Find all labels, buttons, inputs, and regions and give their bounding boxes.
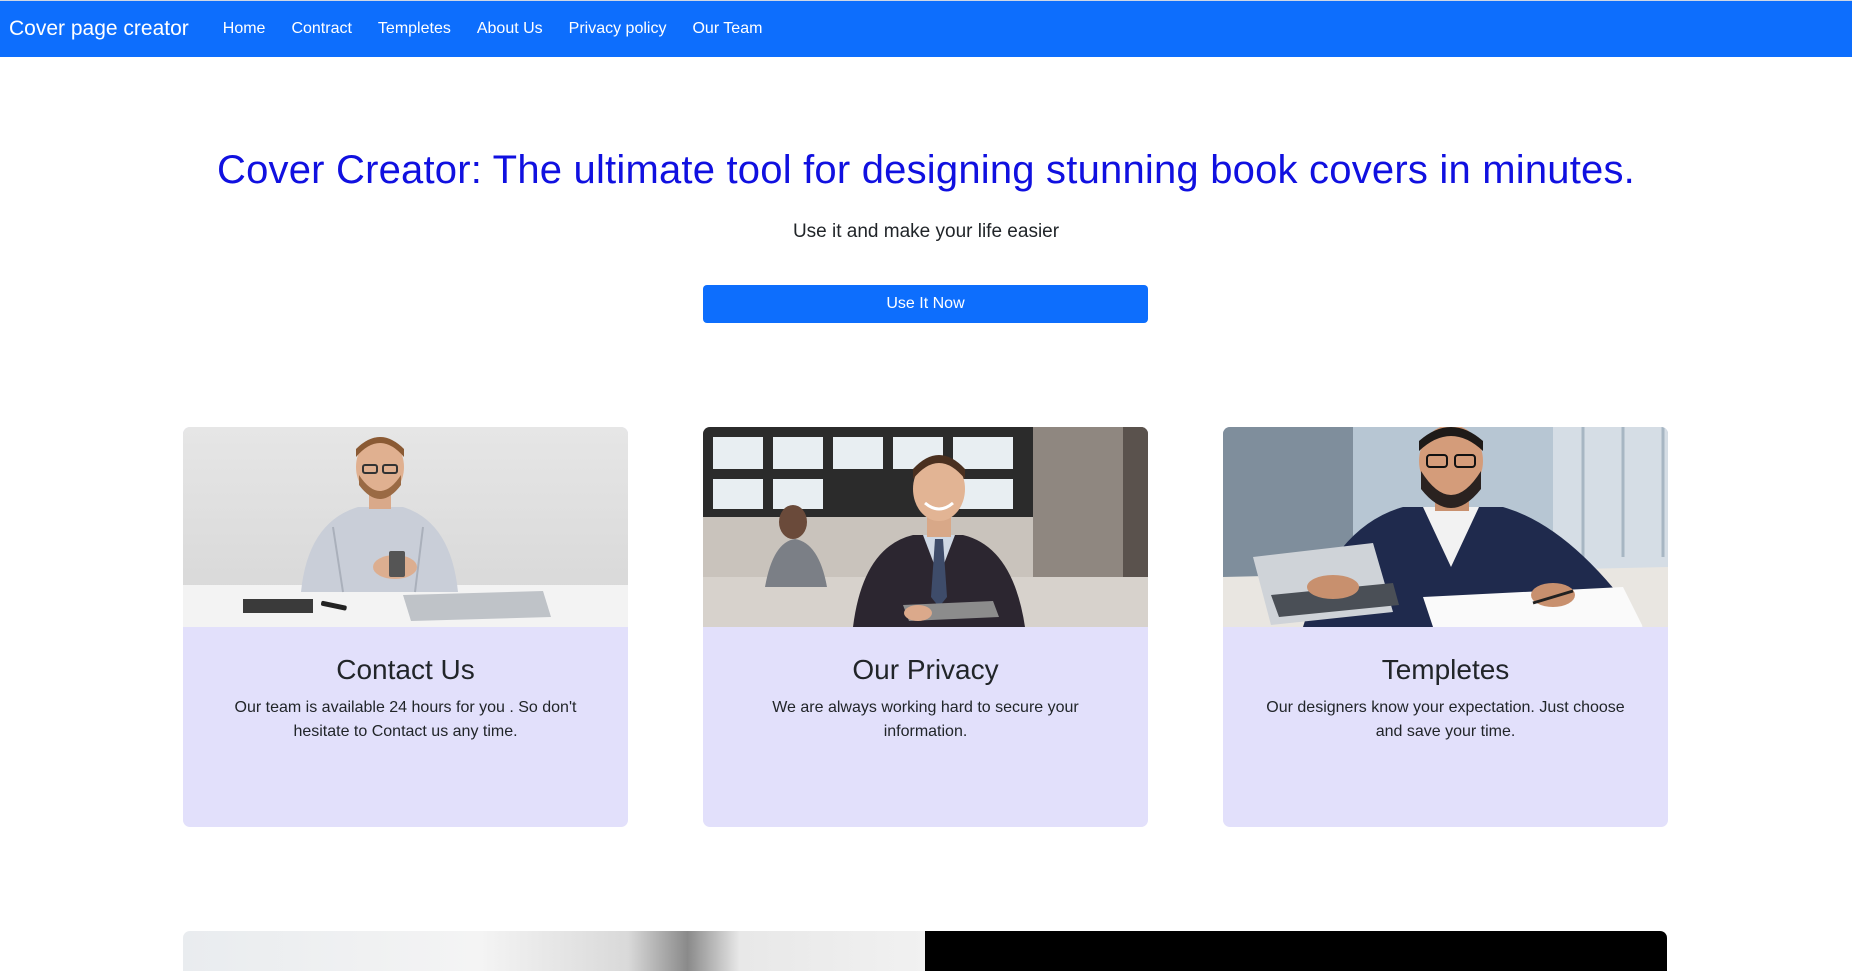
contact-us-card: Contact Us Our team is available 24 hour… bbox=[183, 427, 628, 827]
card-title: Templetes bbox=[1381, 654, 1510, 685]
templetes-card: Templetes Our designers know your expect… bbox=[1223, 427, 1668, 827]
our-privacy-card-image bbox=[703, 427, 1148, 627]
card-text: We are always working hard to secure you… bbox=[772, 699, 1079, 740]
our-privacy-card: Our Privacy We are always working hard t… bbox=[703, 427, 1148, 827]
nav-link-privacy-policy[interactable]: Privacy policy bbox=[556, 20, 680, 38]
templetes-card-image bbox=[1223, 427, 1668, 627]
hero-title: Cover Creator: The ultimate tool for des… bbox=[216, 148, 1635, 192]
man-in-suit-photo bbox=[703, 427, 1148, 627]
hero-subtitle: Use it and make your life easier bbox=[792, 221, 1060, 242]
contact-us-card-image bbox=[183, 427, 628, 627]
card-title: Contact Us bbox=[336, 654, 475, 685]
card-text: Our designers know your expectation. Jus… bbox=[1266, 699, 1625, 740]
card-text: Our team is available 24 hours for you .… bbox=[234, 699, 577, 740]
nav-link-our-team[interactable]: Our Team bbox=[679, 20, 775, 38]
brand-link[interactable]: Cover page creator bbox=[9, 17, 189, 41]
man-with-laptop-photo bbox=[1223, 427, 1668, 627]
use-it-now-button[interactable]: Use It Now bbox=[703, 285, 1148, 323]
bottom-section-panel bbox=[925, 931, 1667, 971]
nav-link-contract[interactable]: Contract bbox=[278, 20, 364, 38]
top-navbar: Cover page creator Home Contract Templet… bbox=[0, 0, 1852, 57]
man-with-phone-photo bbox=[183, 427, 628, 627]
nav-link-home[interactable]: Home bbox=[210, 20, 279, 38]
nav-link-templetes[interactable]: Templetes bbox=[365, 20, 464, 38]
bottom-section-image bbox=[183, 931, 925, 971]
card-title: Our Privacy bbox=[852, 654, 999, 685]
nav-link-about-us[interactable]: About Us bbox=[464, 20, 556, 38]
